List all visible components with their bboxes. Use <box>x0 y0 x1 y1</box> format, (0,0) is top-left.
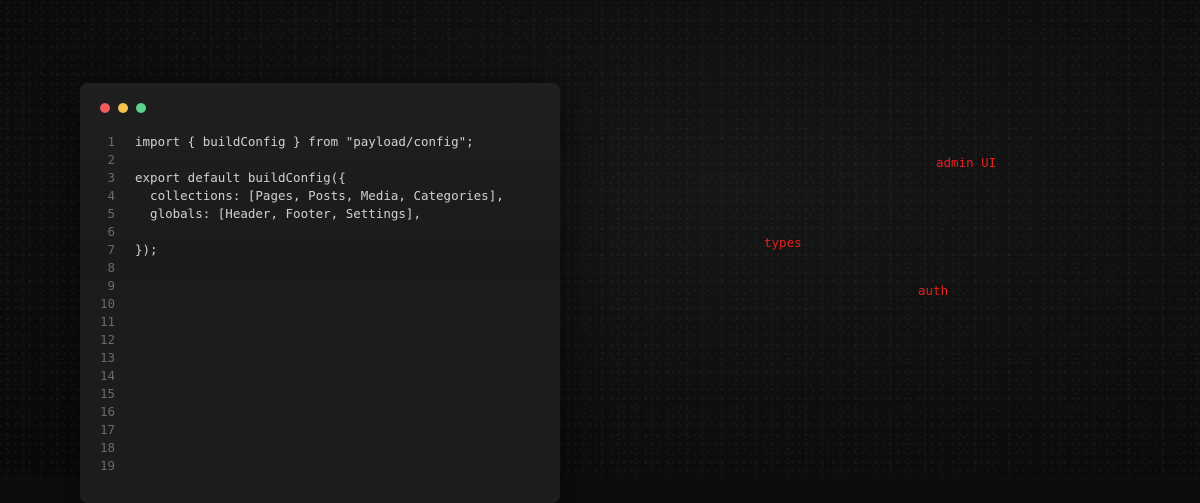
line-number: 11 <box>99 314 115 329</box>
code-text: collections: [Pages, Posts, Media, Categ… <box>135 188 504 203</box>
line-number: 16 <box>99 404 115 419</box>
code-text: globals: [Header, Footer, Settings], <box>135 206 421 221</box>
code-line: 19 <box>80 457 560 475</box>
code-line: 16 <box>80 403 560 421</box>
code-line: 3 export default buildConfig({ <box>80 169 560 187</box>
code-line: 11 <box>80 313 560 331</box>
line-number: 15 <box>99 386 115 401</box>
line-number: 8 <box>107 260 115 275</box>
line-number: 5 <box>107 206 115 221</box>
code-line: 12 <box>80 331 560 349</box>
code-line: 10 <box>80 295 560 313</box>
code-line: 13 <box>80 349 560 367</box>
line-number: 12 <box>99 332 115 347</box>
line-number: 3 <box>107 170 115 185</box>
minimize-window-dot[interactable] <box>118 103 128 113</box>
maximize-window-dot[interactable] <box>136 103 146 113</box>
window-controls <box>100 103 146 113</box>
code-line: 8 <box>80 259 560 277</box>
code-line: 6 <box>80 223 560 241</box>
line-number: 10 <box>99 296 115 311</box>
line-number: 13 <box>99 350 115 365</box>
line-number: 18 <box>99 440 115 455</box>
code-line: 14 <box>80 367 560 385</box>
code-editor-window: 1 import { buildConfig } from "payload/co… <box>80 83 560 503</box>
code-line: 17 <box>80 421 560 439</box>
code-line: 18 <box>80 439 560 457</box>
code-text: export default buildConfig({ <box>135 170 346 185</box>
code-area[interactable]: 1 import { buildConfig } from "payload/co… <box>80 133 560 475</box>
line-number: 9 <box>107 278 115 293</box>
code-line: 15 <box>80 385 560 403</box>
code-line: 1 import { buildConfig } from "payload/co… <box>80 133 560 151</box>
close-window-dot[interactable] <box>100 103 110 113</box>
code-line: 7}); <box>80 241 560 259</box>
line-number: 6 <box>107 224 115 239</box>
code-line: 2 <box>80 151 560 169</box>
floating-label-auth: auth <box>918 283 949 298</box>
floating-label-admin-ui: admin UI <box>936 155 997 170</box>
line-number: 17 <box>99 422 115 437</box>
code-line: 5 globals: [Header, Footer, Settings], <box>80 205 560 223</box>
code-line: 4 collections: [Pages, Posts, Media, Cat… <box>80 187 560 205</box>
line-number: 7 <box>107 242 115 257</box>
floating-label-types: types <box>764 235 802 250</box>
line-number: 19 <box>99 458 115 473</box>
code-text: }); <box>135 242 158 257</box>
line-number: 14 <box>99 368 115 383</box>
code-text: import { buildConfig } from "payload/con… <box>135 134 474 149</box>
line-number: 1 <box>107 134 115 149</box>
code-line: 9 <box>80 277 560 295</box>
line-number: 4 <box>107 188 115 203</box>
line-number: 2 <box>107 152 115 167</box>
